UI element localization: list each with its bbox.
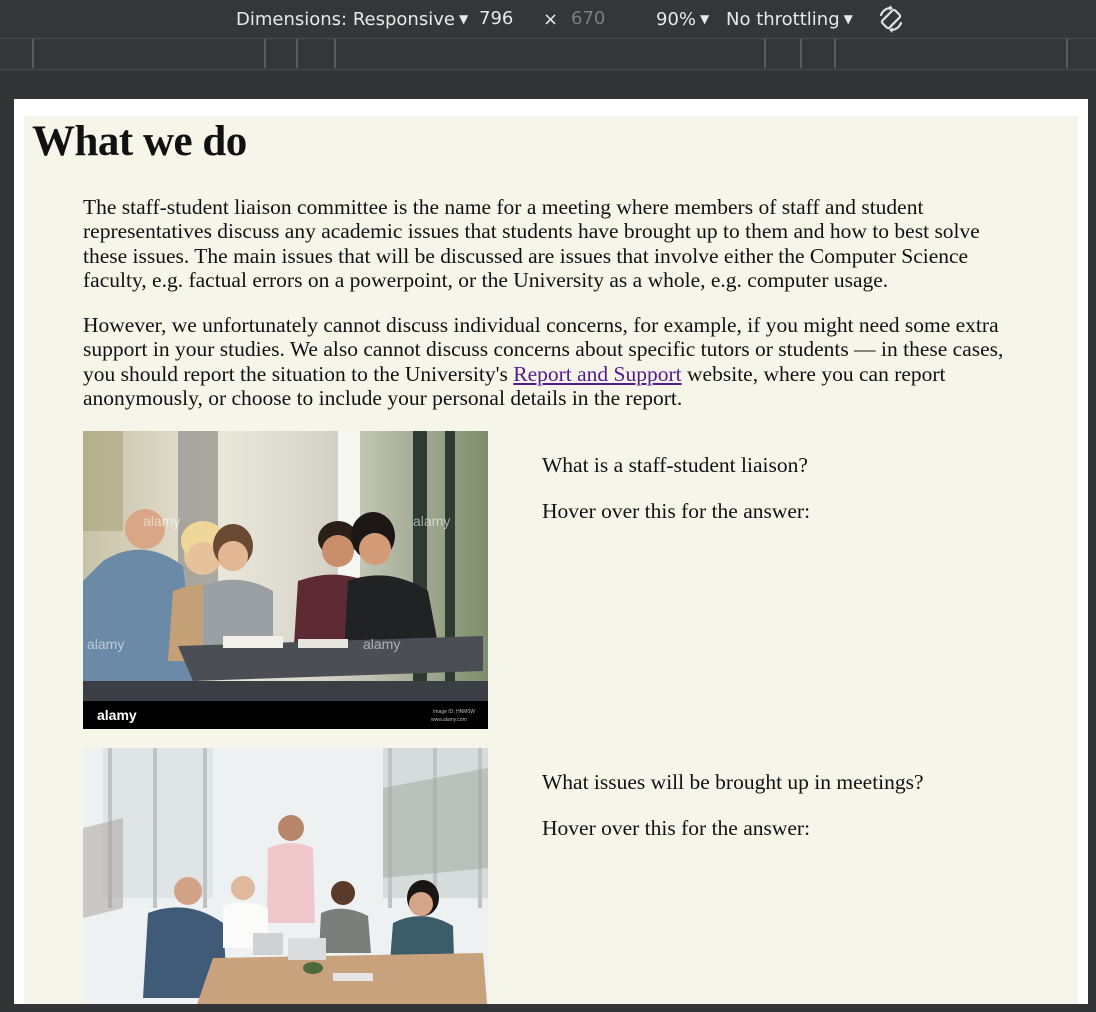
question-issues-in-meetings[interactable]: What issues will be brought up in meetin… (542, 770, 924, 794)
ruler-tick (296, 39, 298, 68)
page-content: What we do The staff-student liaison com… (24, 116, 1078, 1004)
watermark-text: alamy (363, 636, 400, 652)
dimensions-label: Dimensions: Responsive (236, 9, 455, 30)
ruler-tick (334, 39, 336, 68)
rotate-button[interactable] (876, 4, 906, 40)
ruler-tick (32, 39, 34, 68)
students-study-photo: alamy alamy alamy alamy alamy Image ID: … (83, 431, 488, 729)
rotate-icon (879, 5, 903, 33)
device-toolbar: Dimensions: Responsive ▼ 796 × 670 90% ▼ N… (0, 0, 1096, 38)
zoom-label: 90% (656, 9, 697, 30)
chevron-down-icon: ▼ (458, 12, 469, 26)
height-input[interactable]: 670 (571, 8, 605, 30)
hover-answer-prompt[interactable]: Hover over this for the answer: (542, 816, 810, 840)
media-query-ruler[interactable] (0, 38, 1096, 70)
zoom-dropdown[interactable]: 90% ▼ (656, 8, 709, 31)
watermark-text: alamy (413, 513, 450, 529)
alamy-logo: alamy (97, 707, 137, 723)
ruler-tick (834, 39, 836, 68)
meeting-room-photo (83, 748, 488, 1004)
hover-answer-prompt[interactable]: Hover over this for the answer: (542, 499, 810, 523)
throttling-label: No throttling (726, 9, 840, 30)
concerns-paragraph: However, we unfortunately cannot discuss… (83, 313, 1018, 411)
throttling-dropdown[interactable]: No throttling ▼ (726, 8, 853, 31)
image-id-label: Image ID: HNM0W (433, 709, 475, 715)
device-viewport: What we do The staff-student liaison com… (14, 99, 1088, 1004)
watermark-text: alamy (143, 513, 180, 529)
ruler-tick (1066, 39, 1068, 68)
intro-paragraph: The staff-student liaison committee is t… (83, 195, 980, 293)
times-icon: × (543, 9, 559, 30)
watermark-text: alamy (87, 636, 124, 652)
image-site-label: www.alamy.com (431, 717, 467, 723)
dimensions-dropdown[interactable]: Dimensions: Responsive ▼ (236, 8, 468, 31)
chevron-down-icon: ▼ (700, 12, 710, 26)
page-title: What we do (32, 118, 247, 165)
ruler-tick (800, 39, 802, 68)
question-staff-student-liaison[interactable]: What is a staff-student liaison? (542, 453, 808, 477)
chevron-down-icon: ▼ (843, 12, 853, 26)
report-and-support-link[interactable]: Report and Support (513, 362, 681, 386)
width-input[interactable]: 796 (479, 8, 513, 30)
ruler-tick (764, 39, 766, 68)
ruler-tick (264, 39, 266, 68)
